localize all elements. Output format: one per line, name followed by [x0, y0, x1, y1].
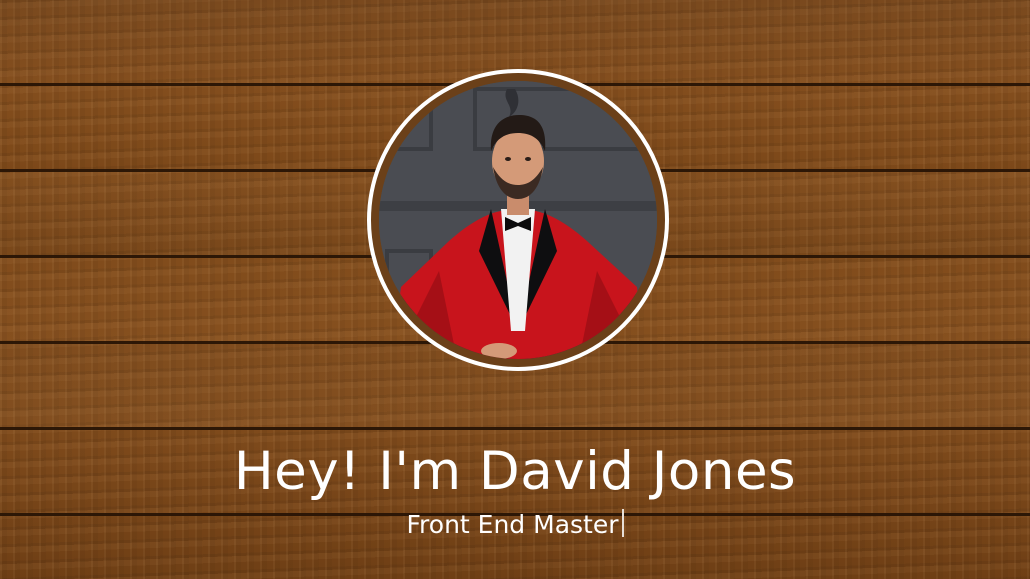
hero-subtitle-line: Front End Master [0, 507, 1030, 543]
avatar [379, 81, 657, 359]
hero-subtitle: Front End Master [406, 510, 619, 539]
hero-title: Hey! I'm David Jones [233, 441, 797, 502]
typing-cursor [621, 509, 624, 537]
hero-section: Hey! I'm David Jones Front End Master [0, 0, 1030, 579]
avatar-portrait-image [379, 81, 657, 359]
avatar-frame [367, 69, 669, 371]
